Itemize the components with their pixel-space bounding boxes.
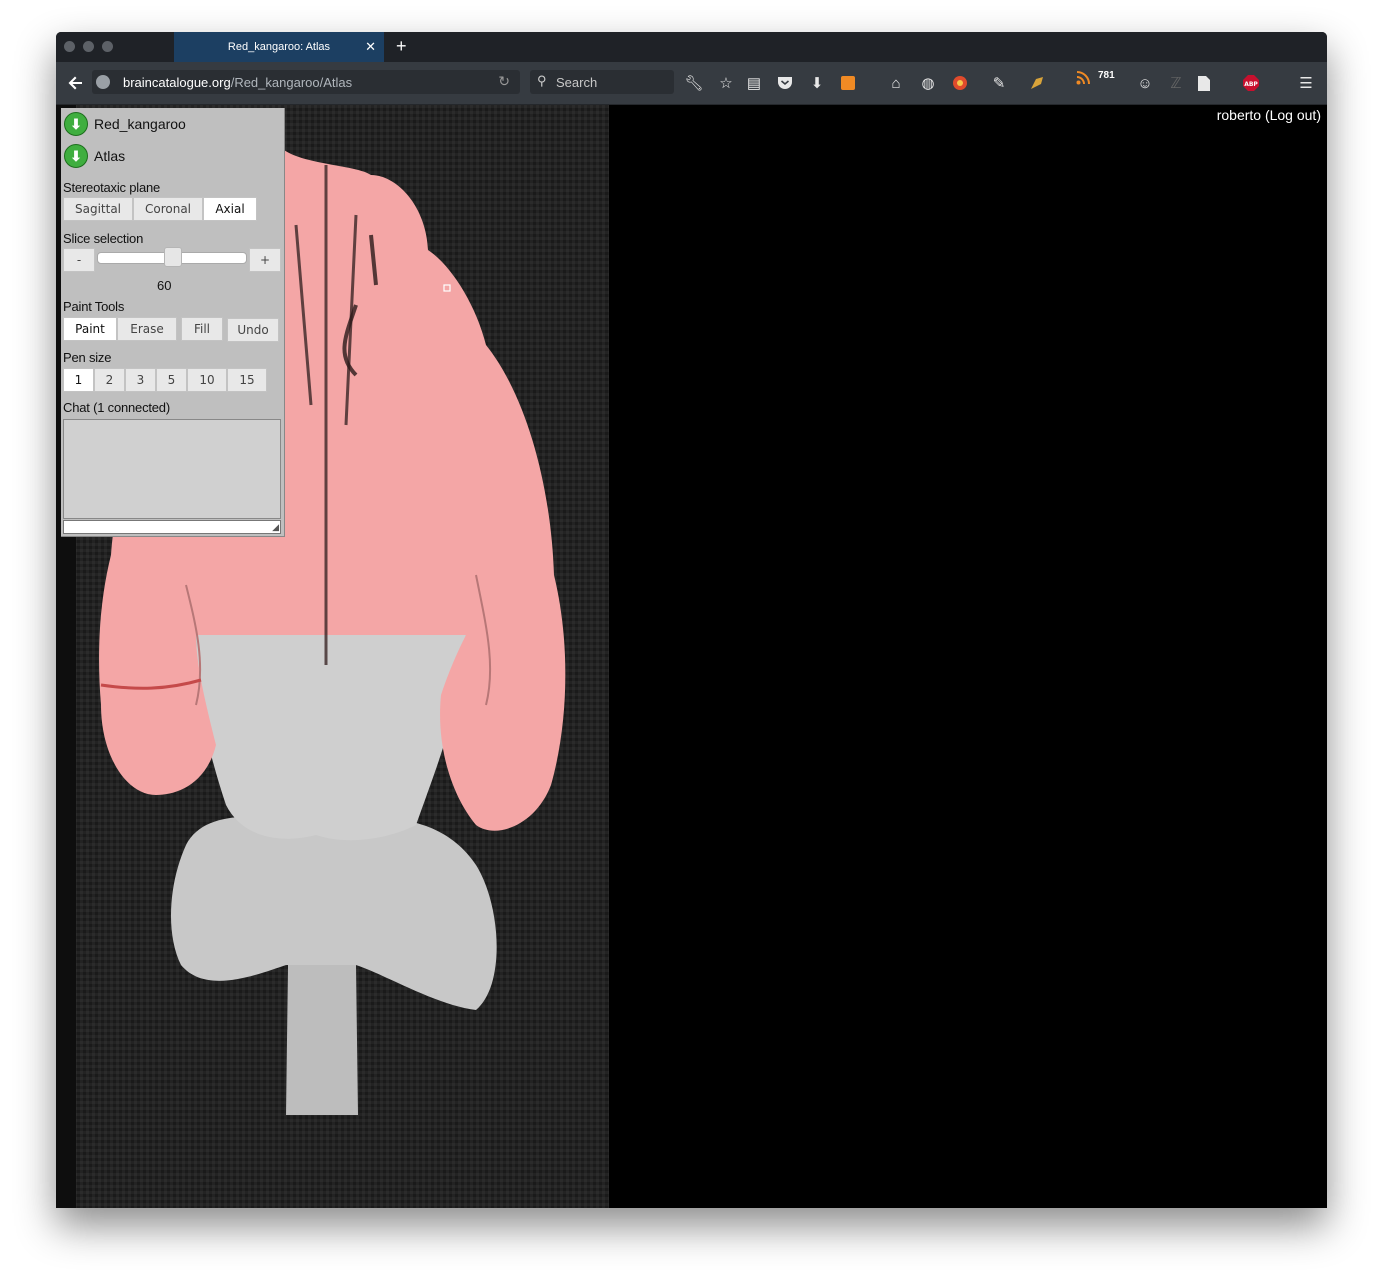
download-atlas-row[interactable]: ⬇ Atlas: [64, 143, 125, 169]
address-bar[interactable]: braincatalogue.org/Red_kangaroo/Atlas ↻: [92, 70, 520, 94]
chat-icon[interactable]: ☺: [1135, 73, 1155, 93]
maximize-window-icon[interactable]: [102, 41, 113, 52]
tool-undo-button[interactable]: Undo: [227, 318, 279, 342]
slice-decrement-button[interactable]: -: [63, 248, 95, 272]
plane-section-label: Stereotaxic plane: [63, 180, 161, 195]
chat-input[interactable]: ◢: [63, 520, 281, 534]
download-icon[interactable]: ⬇: [64, 112, 88, 136]
pen-size-10-button[interactable]: 10: [187, 368, 227, 392]
home-icon[interactable]: ⌂: [886, 73, 906, 93]
slice-value: 60: [157, 278, 172, 293]
minimize-window-icon[interactable]: [83, 41, 94, 52]
reload-icon[interactable]: ↻: [498, 73, 510, 90]
adblock-icon[interactable]: ABP: [1241, 73, 1261, 93]
paint-tools-label: Paint Tools: [63, 299, 125, 314]
search-icon: ⚲: [537, 73, 547, 88]
tab-strip: Red_kangaroo: Atlas ✕ +: [56, 32, 1327, 62]
new-tab-button[interactable]: +: [396, 36, 407, 57]
extension-icon[interactable]: ℤ: [1166, 73, 1186, 93]
rss-count: 781: [1098, 70, 1115, 81]
search-input[interactable]: ⚲ Search: [530, 70, 674, 94]
menu-icon[interactable]: ☰: [1296, 73, 1316, 93]
star-icon[interactable]: ☆: [716, 73, 736, 93]
tool-paint-button[interactable]: Paint: [63, 317, 117, 341]
extension-icon[interactable]: [950, 73, 970, 93]
chat-label: Chat (1 connected): [63, 400, 170, 415]
wrench-icon[interactable]: 🔧︎: [684, 73, 704, 93]
plane-axial-button[interactable]: Axial: [203, 197, 257, 221]
atlas-label: Atlas: [94, 148, 126, 164]
download-subject-row[interactable]: ⬇ Red_kangaroo: [64, 111, 186, 137]
atlas-control-panel: ⬇ Red_kangaroo ⬇ Atlas Stereotaxic plane…: [61, 108, 285, 537]
extension-icon[interactable]: [1027, 73, 1047, 93]
pen-size-5-button[interactable]: 5: [156, 368, 187, 392]
chat-log[interactable]: [63, 419, 281, 519]
tab-active[interactable]: Red_kangaroo: Atlas ✕: [174, 32, 384, 62]
rss-icon[interactable]: [1073, 68, 1093, 88]
plane-coronal-button[interactable]: Coronal: [133, 197, 203, 221]
tab-close-icon[interactable]: ✕: [365, 39, 376, 55]
search-placeholder: Search: [556, 75, 598, 90]
navigation-bar: braincatalogue.org/Red_kangaroo/Atlas ↻ …: [56, 62, 1327, 105]
reading-list-icon[interactable]: ▤: [744, 73, 764, 93]
pen-size-label: Pen size: [63, 350, 112, 365]
page-icon[interactable]: [1194, 73, 1214, 93]
slice-slider-handle[interactable]: [164, 247, 183, 267]
extension-icon[interactable]: [838, 73, 858, 93]
login-status[interactable]: roberto (Log out): [1217, 107, 1321, 123]
pen-size-1-button[interactable]: 1: [63, 368, 94, 392]
url-path: /Red_kangaroo/Atlas: [230, 75, 353, 90]
pen-size-2-button[interactable]: 2: [94, 368, 125, 392]
pen-size-15-button[interactable]: 15: [227, 368, 267, 392]
url-host: braincatalogue.org: [123, 75, 231, 90]
pocket-icon[interactable]: [775, 73, 795, 93]
pen-size-3-button[interactable]: 3: [125, 368, 156, 392]
tool-erase-button[interactable]: Erase: [117, 317, 177, 341]
slice-increment-button[interactable]: +: [249, 248, 281, 272]
slice-section-label: Slice selection: [63, 231, 144, 246]
tab-title: Red_kangaroo: Atlas: [227, 41, 331, 53]
site-identity-icon[interactable]: [96, 75, 110, 89]
close-window-icon[interactable]: [64, 41, 75, 52]
browser-window: Red_kangaroo: Atlas ✕ + braincatalogue.o…: [56, 32, 1327, 1208]
page-content: roberto (Log out) ⬇ Red_kangaroo ⬇ Atlas…: [56, 105, 1327, 1208]
resize-grip-icon[interactable]: ◢: [272, 522, 279, 533]
subject-label: Red_kangaroo: [94, 116, 186, 132]
extension-icon[interactable]: ✎: [989, 73, 1009, 93]
plane-sagittal-button[interactable]: Sagittal: [63, 197, 133, 221]
url-text[interactable]: braincatalogue.org/Red_kangaroo/Atlas: [123, 75, 352, 90]
download-icon[interactable]: ⬇: [807, 73, 827, 93]
arrow-left-icon: [68, 76, 82, 90]
globe-icon[interactable]: ◍: [918, 73, 938, 93]
svg-text:ABP: ABP: [1244, 81, 1258, 88]
back-button[interactable]: [64, 71, 88, 95]
tool-fill-button[interactable]: Fill: [181, 317, 223, 341]
download-icon[interactable]: ⬇: [64, 144, 88, 168]
